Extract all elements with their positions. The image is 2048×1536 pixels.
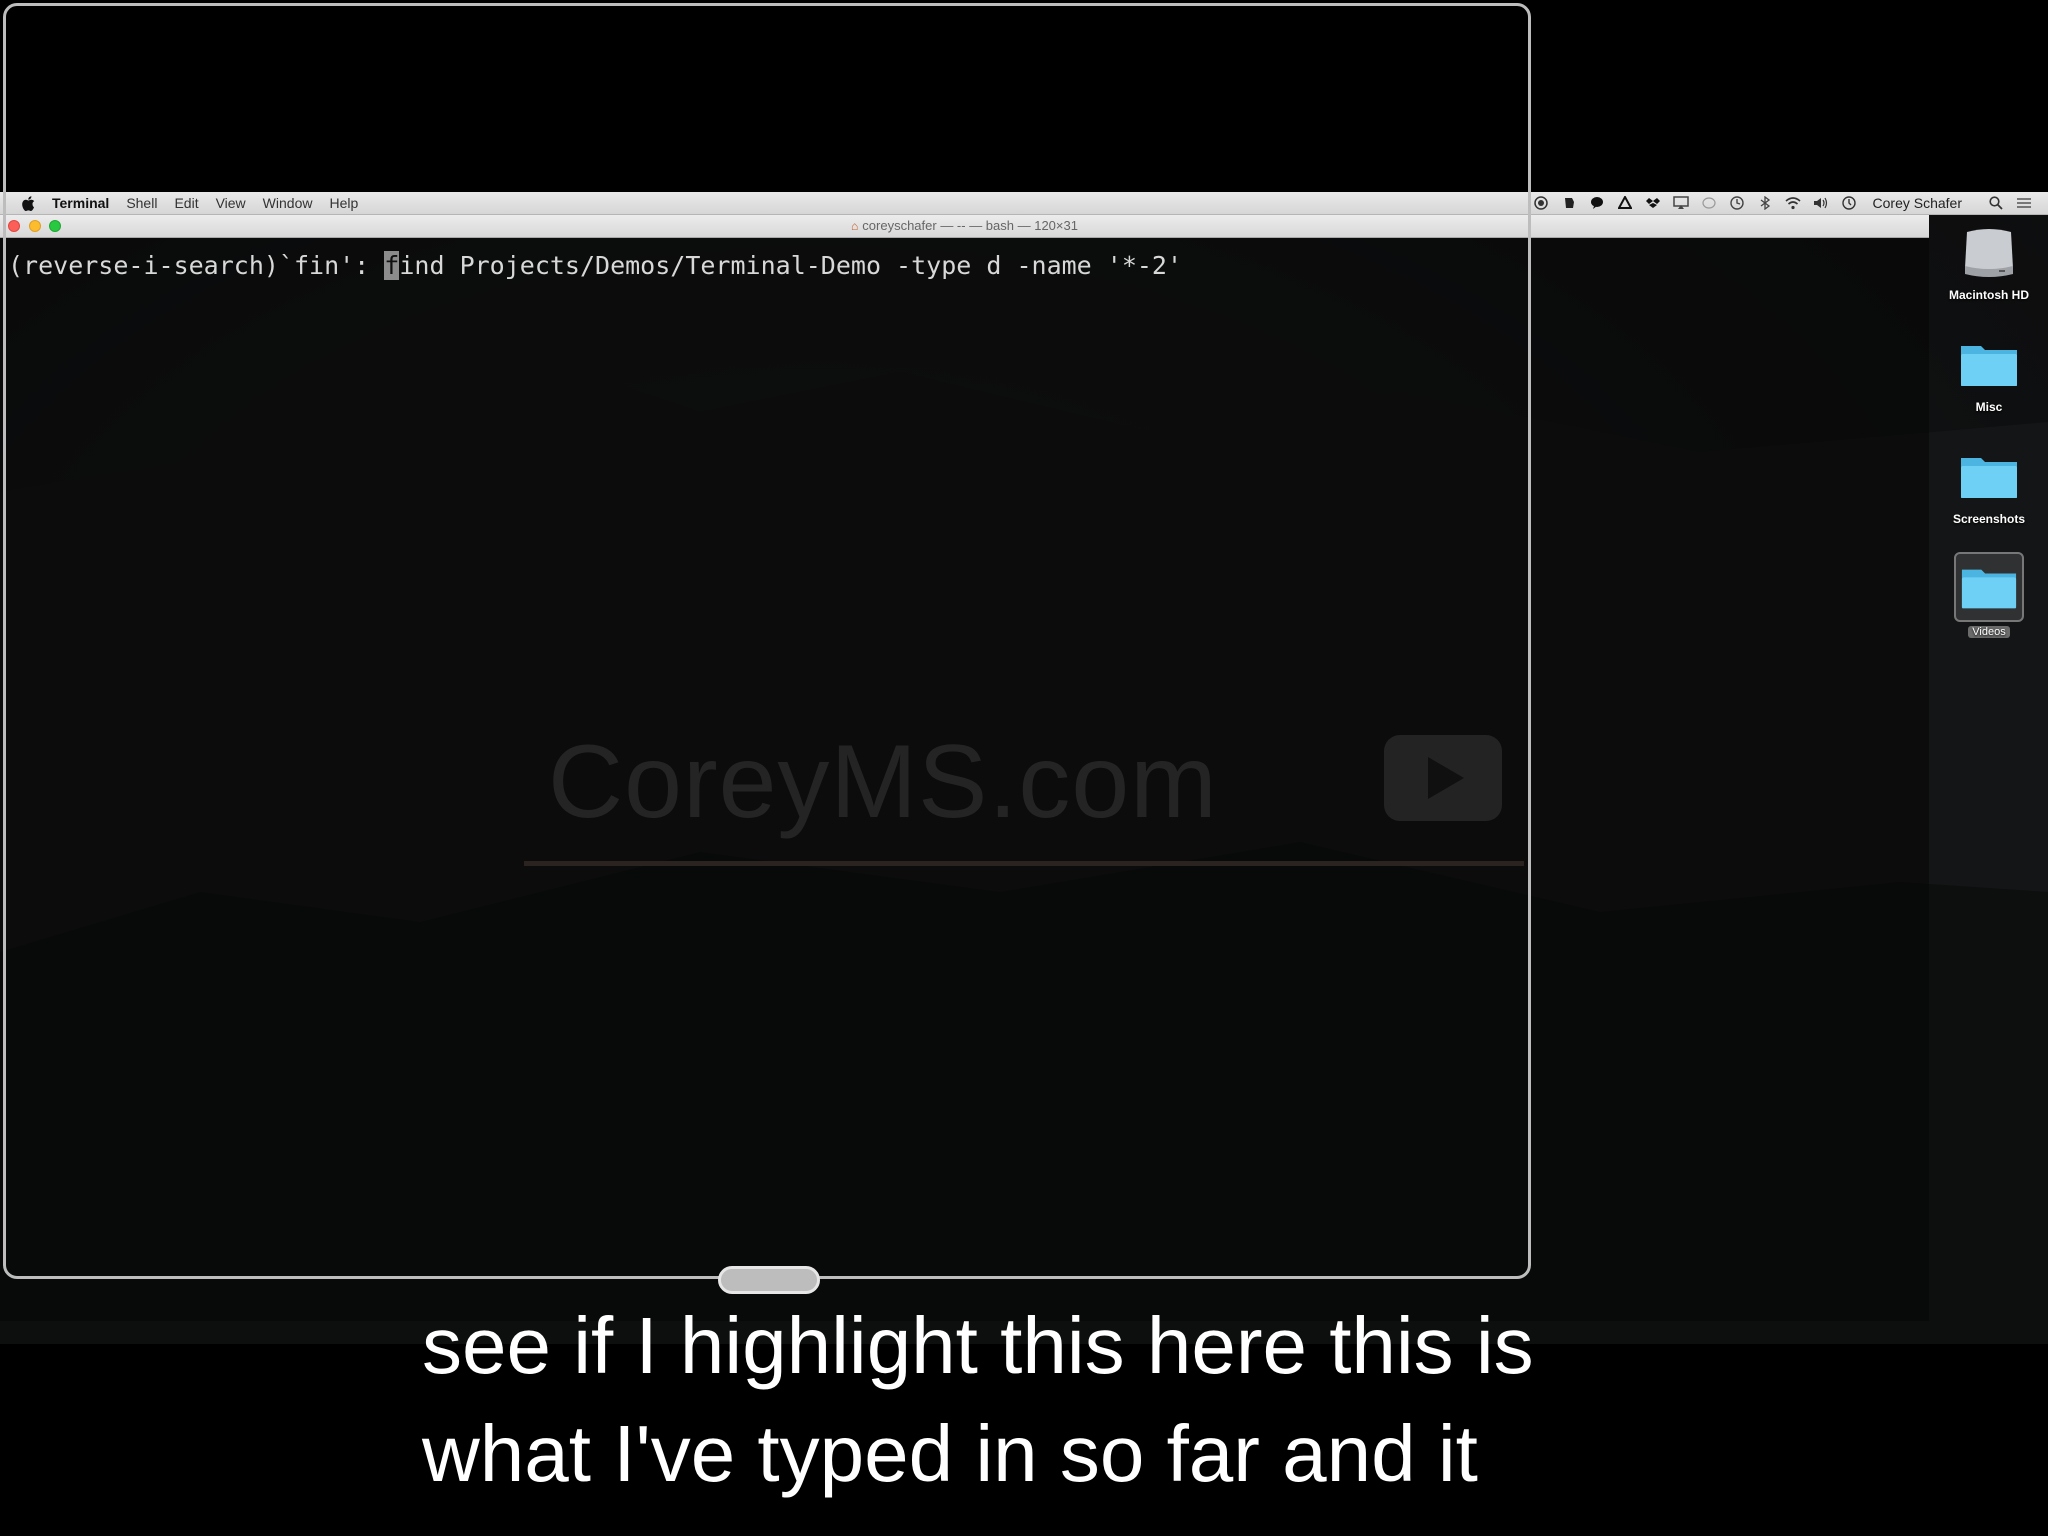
desktop-icon-label: Videos xyxy=(1968,626,2010,638)
frame-resize-handle[interactable] xyxy=(718,1266,820,1294)
user-name[interactable]: Corey Schafer xyxy=(1873,195,1962,211)
time-machine-icon[interactable] xyxy=(1729,195,1745,211)
record-icon[interactable] xyxy=(1533,195,1549,211)
desktop-icon-screenshots[interactable]: Screenshots xyxy=(1930,446,2048,526)
google-drive-icon[interactable] xyxy=(1617,195,1633,211)
spotlight-search-icon[interactable] xyxy=(1988,195,2004,211)
status-menu-area: Corey Schafer xyxy=(1521,192,2032,214)
desktop-icon-misc[interactable]: Misc xyxy=(1930,334,2048,414)
desktop-icon-label: Screenshots xyxy=(1952,512,2026,526)
hard-drive-icon xyxy=(1959,222,2019,282)
airplay-icon[interactable] xyxy=(1672,195,1689,211)
video-caption: see if I highlight this here this is wha… xyxy=(422,1292,1882,1508)
chat-bubble-icon[interactable] xyxy=(1589,195,1605,211)
desktop-icon-label: Misc xyxy=(1975,400,2003,414)
evernote-icon[interactable] xyxy=(1561,195,1577,211)
clock-icon[interactable] xyxy=(1841,195,1857,211)
folder-icon xyxy=(1959,334,2019,394)
folder-icon xyxy=(1959,446,2019,506)
volume-icon[interactable] xyxy=(1813,195,1829,211)
notification-center-icon[interactable] xyxy=(2016,195,2032,211)
dropbox-icon[interactable] xyxy=(1645,195,1661,211)
desktop-icon-label: Macintosh HD xyxy=(1948,288,2029,302)
caption-line-1: see if I highlight this here this is xyxy=(422,1301,1534,1390)
desktop-icon-macintosh-hd[interactable]: Macintosh HD xyxy=(1930,222,2048,302)
wifi-icon[interactable] xyxy=(1784,195,1801,211)
bluetooth-icon[interactable] xyxy=(1757,195,1773,211)
folder-icon xyxy=(1954,552,2024,622)
desktop-icon-videos[interactable]: Videos xyxy=(1930,552,2048,640)
messages-icon[interactable] xyxy=(1701,195,1717,211)
zoom-highlight-frame xyxy=(3,3,1531,1279)
caption-line-2: what I've typed in so far and it xyxy=(422,1409,1478,1498)
